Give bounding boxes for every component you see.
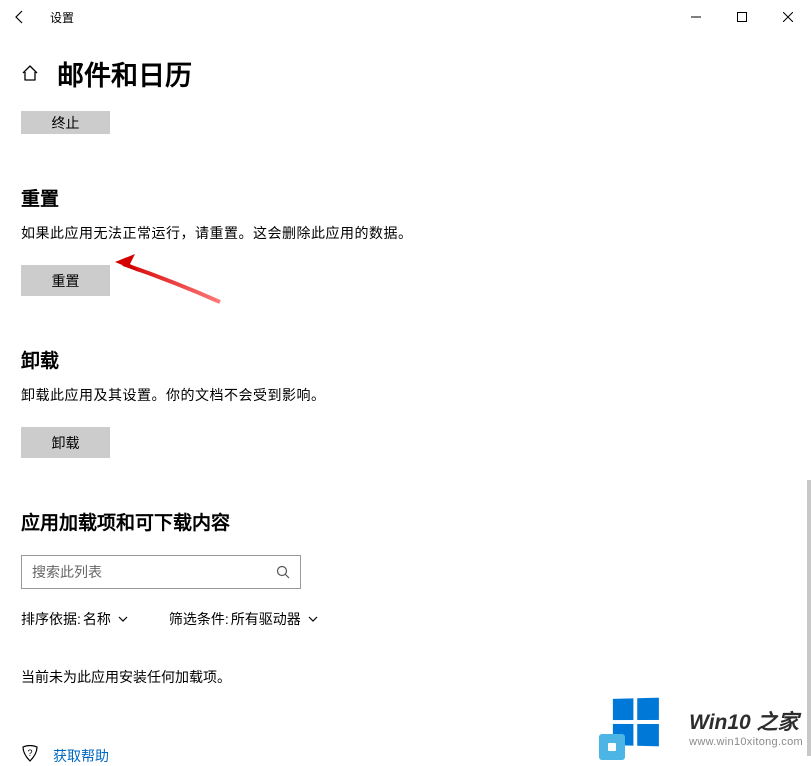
page-header: 邮件和日历: [21, 54, 790, 93]
minimize-button[interactable]: [673, 0, 719, 34]
maximize-icon: [737, 12, 747, 22]
reset-section: 重置 如果此应用无法正常运行，请重置。这会删除此应用的数据。 重置: [21, 184, 790, 296]
back-arrow-icon: [12, 9, 28, 25]
back-button[interactable]: [0, 0, 40, 34]
watermark-title: Win10 之家: [689, 706, 803, 736]
filter-value: 所有驱动器: [231, 609, 301, 629]
scrollbar[interactable]: [807, 480, 811, 756]
terminate-button[interactable]: 终止: [21, 111, 110, 134]
uninstall-button[interactable]: 卸载: [21, 427, 110, 458]
home-icon[interactable]: [21, 64, 39, 87]
watermark-url: www.win10xitong.com: [689, 736, 803, 748]
svg-text:?: ?: [27, 748, 32, 758]
addons-search-box[interactable]: [21, 555, 301, 589]
addons-section: 应用加载项和可下载内容 排序依据: 名称 筛选条件: 所有驱动器 当前未为此应用…: [21, 508, 790, 687]
terminate-section: 终止: [21, 111, 790, 134]
content-area: 邮件和日历 终止 重置 如果此应用无法正常运行，请重置。这会删除此应用的数据。 …: [0, 54, 811, 766]
close-icon: [783, 12, 793, 22]
addons-search-input[interactable]: [32, 564, 276, 580]
reset-description: 如果此应用无法正常运行，请重置。这会删除此应用的数据。: [21, 223, 790, 243]
filter-dropdown[interactable]: 筛选条件: 所有驱动器: [169, 609, 319, 629]
uninstall-heading: 卸载: [21, 346, 790, 373]
search-icon[interactable]: [276, 565, 290, 579]
chevron-down-icon: [307, 613, 319, 625]
reset-button[interactable]: 重置: [21, 265, 110, 296]
page-title: 邮件和日历: [57, 54, 192, 93]
window-title: 设置: [50, 9, 74, 26]
minimize-icon: [691, 12, 701, 22]
uninstall-description: 卸载此应用及其设置。你的文档不会受到影响。: [21, 385, 790, 405]
filter-label: 筛选条件:: [169, 609, 229, 629]
windows-logo-icon: [611, 698, 679, 756]
help-icon: ?: [21, 745, 39, 766]
uninstall-section: 卸载 卸载此应用及其设置。你的文档不会受到影响。 卸载: [21, 346, 790, 458]
sort-dropdown[interactable]: 排序依据: 名称: [21, 609, 129, 629]
chevron-down-icon: [117, 613, 129, 625]
sort-value: 名称: [83, 609, 111, 629]
help-link-text[interactable]: 获取帮助: [53, 746, 109, 766]
watermark: Win10 之家 www.win10xitong.com: [611, 698, 803, 756]
titlebar: 设置: [0, 0, 811, 34]
window-controls: [673, 0, 811, 34]
filter-row: 排序依据: 名称 筛选条件: 所有驱动器: [21, 609, 790, 629]
addons-empty-message: 当前未为此应用安装任何加载项。: [21, 667, 790, 687]
reset-heading: 重置: [21, 184, 790, 211]
maximize-button[interactable]: [719, 0, 765, 34]
addons-heading: 应用加载项和可下载内容: [21, 508, 790, 535]
sort-label: 排序依据:: [21, 609, 81, 629]
close-button[interactable]: [765, 0, 811, 34]
